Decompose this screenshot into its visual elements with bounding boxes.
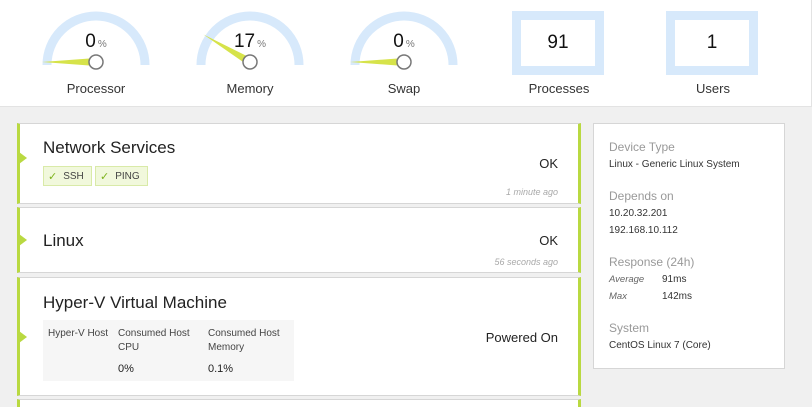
memory-label: Memory — [226, 81, 274, 96]
system-value: CentOS Linux 7 (Core) — [609, 340, 711, 351]
processes-value: 91 — [512, 11, 604, 75]
service-title: Hyper-V Virtual Machine — [43, 293, 227, 312]
tag-ping: ✓ PING — [95, 166, 148, 186]
column-header: Hyper-V Host — [48, 328, 109, 339]
check-icon: ✓ — [48, 170, 58, 183]
percent-unit: % — [97, 39, 107, 50]
device-type-heading: Device Type — [609, 140, 675, 154]
depends-item[interactable]: 10.20.32.201 — [609, 208, 667, 219]
device-type-value: Linux - Generic Linux System — [609, 159, 740, 170]
tag-label: PING — [115, 170, 140, 182]
tag-ssh: ✓ SSH — [43, 166, 92, 186]
service-card-network-services[interactable]: Network Services ✓ SSH ✓ PING OK 1 minute … — [17, 123, 581, 204]
percent-unit: % — [405, 39, 415, 50]
processes-label: Processes — [528, 81, 590, 96]
service-timestamp: 1 minute ago — [505, 187, 558, 197]
response-heading: Response (24h) — [609, 255, 695, 269]
average-value: 91ms — [662, 274, 687, 285]
service-card-partial[interactable] — [17, 399, 581, 407]
memory-value: 17% — [233, 31, 267, 52]
users-label: Users — [696, 81, 730, 96]
max-label: Max — [609, 291, 627, 302]
service-status: Powered On — [485, 330, 558, 345]
cell-value: 0% — [118, 363, 134, 375]
percent-unit: % — [257, 39, 267, 50]
hyper-v-stats-table: Hyper-V Host Consumed Host CPU Consumed … — [43, 320, 294, 381]
service-status: OK — [539, 156, 558, 171]
swap-value: 0% — [393, 31, 415, 52]
cell-value: 0.1% — [208, 363, 234, 375]
column-header: Consumed Host CPU — [118, 328, 190, 353]
gauge-pivot — [88, 54, 104, 70]
tag-label: SSH — [63, 170, 84, 182]
swap-gauge: 0% Swap — [344, 0, 464, 107]
processor-label: Processor — [66, 81, 126, 96]
max-value: 142ms — [662, 291, 693, 302]
users-value: 1 — [666, 11, 758, 75]
metrics-bar: 0% Processor 17% Memory 0% Swap 91 Proce… — [0, 0, 812, 107]
service-card-hyper-v[interactable]: Hyper-V Virtual Machine Hyper-V Host Con… — [17, 277, 581, 396]
gauge-pivot — [242, 54, 258, 70]
users-metric: 1 Users — [653, 0, 773, 107]
status-marker — [19, 234, 27, 246]
check-icon: ✓ — [100, 170, 110, 183]
average-label: Average — [609, 274, 645, 285]
device-info-panel: Device Type Linux - Generic Linux System… — [593, 123, 785, 369]
service-card-linux[interactable]: Linux OK 56 seconds ago — [17, 207, 581, 273]
service-timestamp: 56 seconds ago — [494, 257, 558, 267]
service-status: OK — [539, 233, 558, 248]
system-heading: System — [609, 321, 650, 335]
status-marker — [19, 152, 27, 164]
service-title: Linux — [43, 231, 84, 250]
gauge-pivot — [396, 54, 412, 70]
processes-metric: 91 Processes — [499, 0, 619, 107]
processor-value: 0% — [85, 31, 107, 52]
column-header: Consumed Host Memory — [208, 328, 280, 353]
depends-item[interactable]: 192.168.10.112 — [609, 225, 678, 236]
memory-gauge: 17% Memory — [190, 0, 310, 107]
swap-label: Swap — [387, 81, 421, 96]
service-title: Network Services — [43, 138, 176, 157]
depends-heading: Depends on — [609, 189, 674, 203]
processor-gauge: 0% Processor — [36, 0, 156, 107]
status-marker — [19, 331, 27, 343]
